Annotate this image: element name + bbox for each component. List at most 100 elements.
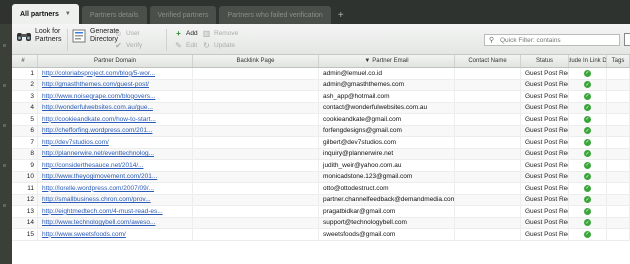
- update-button[interactable]: ↻ Update: [202, 41, 235, 50]
- table-row[interactable]: 15 http://www.sweetsfoods.com/sweetsfoods…: [12, 229, 630, 241]
- table-row[interactable]: 13 http://eightmedtech.com/4-must-read-es…: [12, 206, 630, 218]
- look-for-partners-button[interactable]: Look for Partners: [16, 28, 79, 44]
- verify-button[interactable]: ✔ Verify: [114, 41, 142, 50]
- col-header-backlink-page[interactable]: Backlink Page: [193, 55, 319, 67]
- col-header-status[interactable]: Status: [521, 55, 569, 67]
- tab-partners-details[interactable]: Partners details: [81, 6, 147, 24]
- col-header-partner-email[interactable]: ▼ Partner Email: [319, 55, 455, 67]
- export-icon[interactable]: [624, 33, 630, 46]
- include-in-link-directory-cell[interactable]: ✓: [569, 183, 607, 194]
- tab-failed-verification[interactable]: Partners who failed verification: [219, 6, 331, 24]
- status-cell: Guest Post Requ...: [521, 125, 569, 136]
- tab-all-partners[interactable]: All partners ▼: [12, 4, 79, 24]
- partner-domain-link[interactable]: http://considerthesauce.net/2014/...: [38, 160, 193, 171]
- include-in-link-directory-cell[interactable]: ✓: [569, 229, 607, 240]
- row-number: 7: [12, 137, 38, 148]
- include-in-link-directory-cell[interactable]: ✓: [569, 68, 607, 79]
- checkmark-icon: ✓: [584, 184, 591, 192]
- remove-button[interactable]: ▥ Remove: [202, 29, 239, 38]
- partner-email-cell: ash_app@hotmail.com: [319, 91, 455, 102]
- status-cell: Guest Post Requ...: [521, 79, 569, 90]
- col-header-contact-name[interactable]: Contact Name: [455, 55, 521, 67]
- checkmark-icon: ✓: [584, 207, 591, 215]
- partner-domain-link[interactable]: http://cookieandkate.com/how-to-start...: [38, 114, 193, 125]
- include-in-link-directory-cell[interactable]: ✓: [569, 171, 607, 182]
- include-in-link-directory-cell[interactable]: ✓: [569, 125, 607, 136]
- include-in-link-directory-cell[interactable]: ✓: [569, 79, 607, 90]
- backlink-page-cell: [193, 148, 319, 159]
- user-button[interactable]: ☺ User: [114, 29, 139, 38]
- table-row[interactable]: 12 http://smallbusiness.chron.com/prov...…: [12, 194, 630, 206]
- table-row[interactable]: 1 http://coloriabsproject.com/blog/5-wor.…: [12, 68, 630, 80]
- partner-domain-link[interactable]: http://wonderfulwebsites.com.au/gue...: [38, 102, 193, 113]
- row-number: 10: [12, 171, 38, 182]
- status-cell: Guest Post Requ...: [521, 160, 569, 171]
- partner-domain-link[interactable]: http://www.technologybell.com/aweso...: [38, 217, 193, 228]
- include-in-link-directory-cell[interactable]: ✓: [569, 91, 607, 102]
- status-cell: Guest Post Requ...: [521, 229, 569, 240]
- partner-domain-link[interactable]: http://www.noisegrape.com/blogovers...: [38, 91, 193, 102]
- table-row[interactable]: 4 http://wonderfulwebsites.com.au/gue... c…: [12, 102, 630, 114]
- toolbar-divider: [67, 29, 68, 51]
- quick-filter[interactable]: ⚲: [484, 34, 620, 46]
- col-header-tags[interactable]: Tags: [607, 55, 630, 67]
- col-header-number[interactable]: #: [12, 55, 38, 67]
- row-number: 14: [12, 217, 38, 228]
- quick-filter-input[interactable]: [500, 36, 600, 44]
- partner-domain-link[interactable]: http://www.theyogimovement.com/201...: [38, 171, 193, 182]
- table-row[interactable]: 10 http://www.theyogimovement.com/201... m…: [12, 171, 630, 183]
- chevron-down-icon[interactable]: ▼: [65, 11, 71, 17]
- include-in-link-directory-cell[interactable]: ✓: [569, 206, 607, 217]
- table-row[interactable]: 14 http://www.technologybell.com/aweso...…: [12, 217, 630, 229]
- partner-domain-link[interactable]: http://gmasththemes.com/guest-post/: [38, 79, 193, 90]
- include-in-link-directory-cell[interactable]: ✓: [569, 137, 607, 148]
- backlink-page-cell: [193, 217, 319, 228]
- col-header-partner-domain[interactable]: Partner Domain: [38, 55, 193, 67]
- partner-domain-link[interactable]: http://coloriabsproject.com/blog/5-wor..…: [38, 68, 193, 79]
- tab-verified-partners[interactable]: Verified partners: [149, 6, 217, 24]
- contact-name-cell: [455, 194, 521, 205]
- include-in-link-directory-cell[interactable]: ✓: [569, 217, 607, 228]
- partner-domain-link[interactable]: http://www.sweetsfoods.com/: [38, 229, 193, 240]
- table-row[interactable]: 8 http://plannerwire.net/eventtechnolog..…: [12, 148, 630, 160]
- partner-email-cell: cookieandkate@gmail.com: [319, 114, 455, 125]
- partner-domain-link[interactable]: http://chefforfing.wordpress.com/201...: [38, 125, 193, 136]
- table-row[interactable]: 3 http://www.noisegrape.com/blogovers... a…: [12, 91, 630, 103]
- add-button[interactable]: + Add: [174, 29, 197, 38]
- include-in-link-directory-cell[interactable]: ✓: [569, 194, 607, 205]
- row-number: 13: [12, 206, 38, 217]
- edit-button[interactable]: ✎ Edit: [174, 41, 197, 50]
- include-in-link-directory-cell[interactable]: ✓: [569, 148, 607, 159]
- refresh-icon: ↻: [203, 41, 210, 50]
- checkmark-icon: ✓: [584, 127, 591, 135]
- table-row[interactable]: 2 http://gmasththemes.com/guest-post/admi…: [12, 79, 630, 91]
- table-row[interactable]: 5 http://cookieandkate.com/how-to-start..…: [12, 114, 630, 126]
- partner-domain-link[interactable]: http://lorelle.wordpress.com/2007/09/...: [38, 183, 193, 194]
- add-tab-button[interactable]: +: [338, 6, 344, 24]
- checkmark-icon: ✓: [584, 138, 591, 146]
- include-in-link-directory-cell[interactable]: ✓: [569, 114, 607, 125]
- backlink-page-cell: [193, 183, 319, 194]
- checkmark-icon: ✓: [584, 150, 591, 158]
- partner-email-cell: admin@gmasththemes.com: [319, 79, 455, 90]
- col-header-label: Partner Email: [372, 58, 409, 64]
- partner-domain-link[interactable]: http://dev7studios.com/: [38, 137, 193, 148]
- include-in-link-directory-cell[interactable]: ✓: [569, 160, 607, 171]
- checkmark-icon: ✓: [584, 173, 591, 181]
- partner-email-cell: gilbert@dev7studios.com: [319, 137, 455, 148]
- partner-domain-link[interactable]: http://eightmedtech.com/4-must-read-es..…: [38, 206, 193, 217]
- include-in-link-directory-cell[interactable]: ✓: [569, 102, 607, 113]
- tags-cell: [607, 229, 630, 240]
- partner-domain-link[interactable]: http://plannerwire.net/eventtechnolog...: [38, 148, 193, 159]
- tags-cell: [607, 79, 630, 90]
- table-row[interactable]: 9 http://considerthesauce.net/2014/... jud…: [12, 160, 630, 172]
- partner-domain-link[interactable]: http://smallbusiness.chron.com/prov...: [38, 194, 193, 205]
- table-row[interactable]: 11 http://lorelle.wordpress.com/2007/09/.…: [12, 183, 630, 195]
- table-row[interactable]: 7 http://dev7studios.com/gilbert@dev7stud…: [12, 137, 630, 149]
- backlink-page-cell: [193, 229, 319, 240]
- tags-cell: [607, 148, 630, 159]
- col-header-include-in-link-directory[interactable]: Include In Link Di...: [569, 55, 607, 67]
- table-row[interactable]: 6 http://chefforfing.wordpress.com/201...…: [12, 125, 630, 137]
- filter-icon: ⚲: [489, 37, 495, 44]
- row-number: 2: [12, 79, 38, 90]
